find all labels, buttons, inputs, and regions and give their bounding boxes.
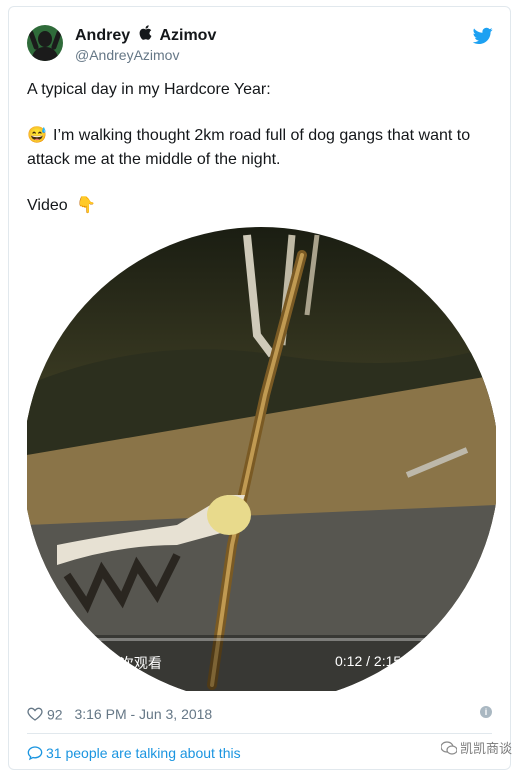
avatar[interactable] [27,25,63,61]
tweet-line-4: Video 👇 [27,194,102,218]
video-time: 0:12 / 2:15 [335,653,402,669]
sweat-smile-emoji-icon: 😅 [27,127,47,144]
twitter-bird-icon[interactable] [472,27,493,45]
video-frame [27,227,496,691]
video-progress-bar[interactable] [41,638,482,641]
speech-bubble-icon [27,746,43,761]
tweet-video-label: Video [27,197,68,214]
author-first-name: Andrey [75,27,131,44]
tweet-timestamp[interactable]: 3:16 PM - Jun 3, 2018 [74,706,212,722]
video-player[interactable]: 8,760 次观看 0:12 / 2:15 [27,225,496,691]
info-icon[interactable]: i [480,706,492,718]
fullscreen-icon[interactable] [459,657,481,679]
watermark-text: 凯凯商谈 [459,741,512,756]
video-progress-fill [41,638,81,641]
tweet-line-1: A typical day in my Hardcore Year: [27,81,271,98]
heart-icon[interactable] [27,706,43,722]
talking-text: 31 people are talking about this [46,745,241,761]
tweet-line-2-text: I’m walking thought 2km road full of dog… [53,127,471,144]
tweet-meta: 92 3:16 PM - Jun 3, 2018 [27,705,212,722]
watermark: 凯凯商谈 [440,738,512,757]
play-icon[interactable] [45,657,61,677]
author-last-name: Azimov [159,27,217,44]
avatar-arm-right [50,29,63,51]
tweet-line-3: attack me at the middle of the night. [27,151,281,168]
divider [27,733,492,734]
video-view-count: 8,760 次观看 [81,655,162,671]
volume-icon[interactable] [419,657,447,679]
pointing-down-emoji-icon: 👇 [76,197,97,214]
tweet-card: Andrey Azimov @AndreyAzimov A typical da… [8,6,511,770]
like-count[interactable]: 92 [47,706,63,722]
apple-icon [139,25,152,45]
author-handle[interactable]: @AndreyAzimov [75,47,179,63]
author-name[interactable]: Andrey Azimov [75,25,216,45]
talking-link[interactable]: 31 people are talking about this [27,745,241,761]
avatar-head [38,31,52,47]
wechat-icon [440,741,458,755]
video-scene [27,227,496,691]
tweet-line-2: 😅 I’m walking thought 2km road full of do… [27,124,470,148]
